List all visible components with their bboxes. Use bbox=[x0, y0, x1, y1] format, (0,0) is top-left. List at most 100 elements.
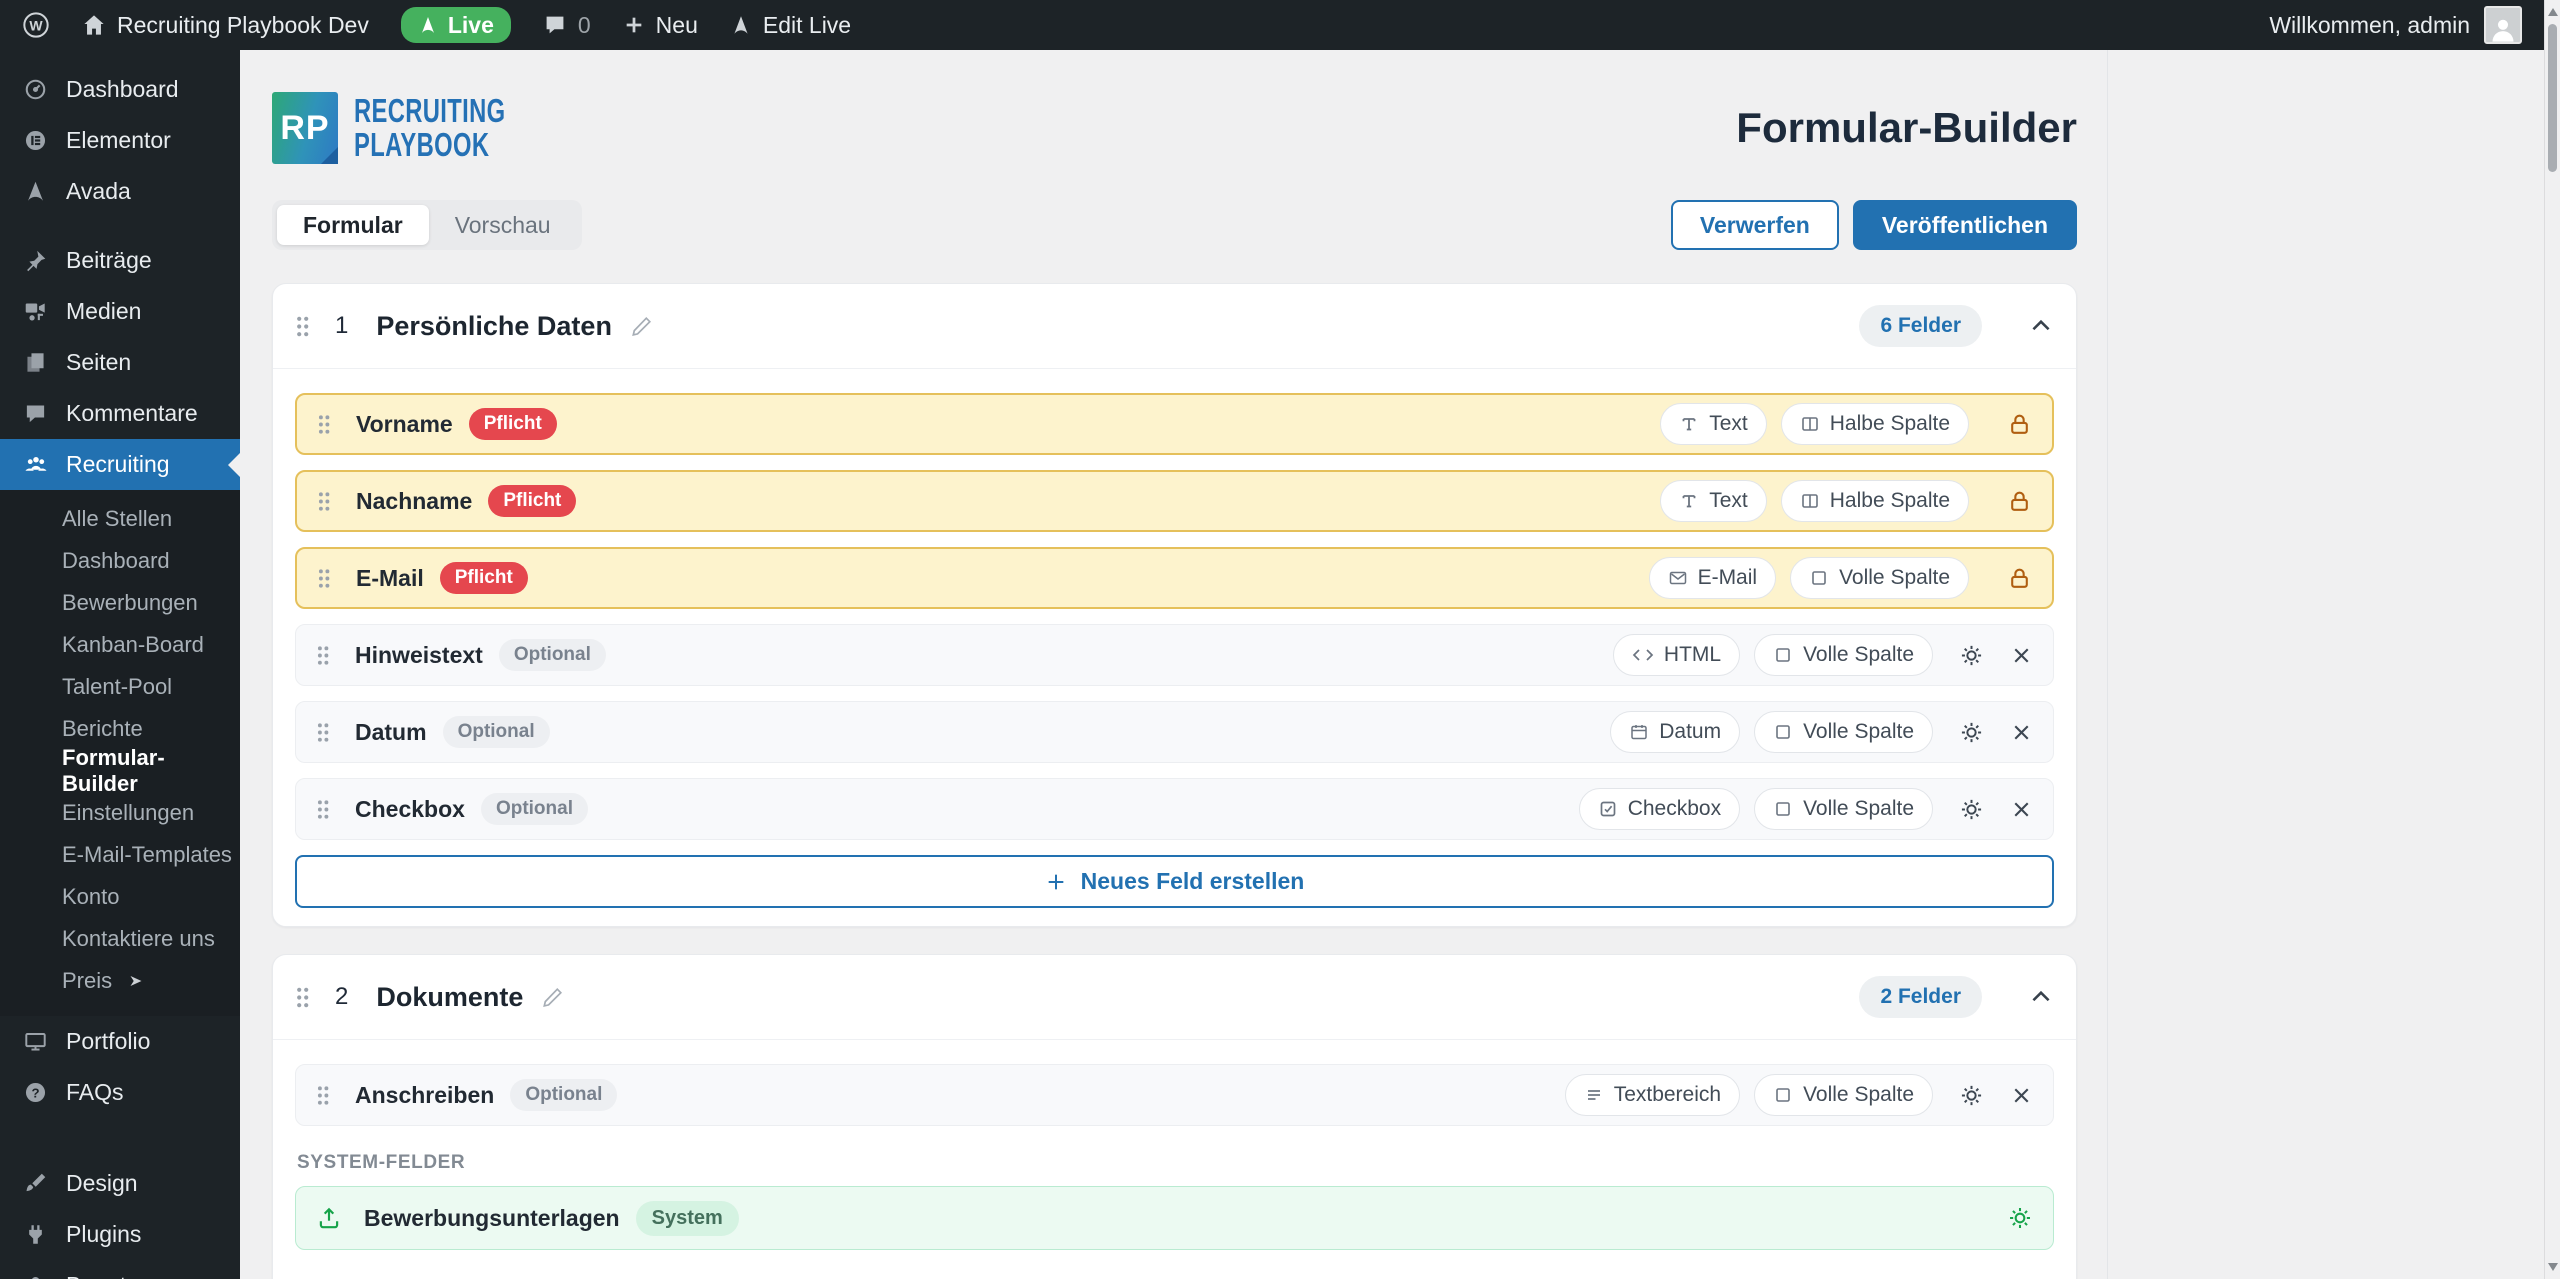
field-type-chip: Text bbox=[1660, 403, 1767, 445]
sidebar-item-faqs[interactable]: ? FAQs bbox=[0, 1067, 240, 1118]
edit-live-link[interactable]: Edit Live bbox=[730, 12, 851, 39]
field-label: Hinweistext bbox=[355, 642, 483, 669]
sidebar-item-beitraege[interactable]: Beiträge bbox=[0, 235, 240, 286]
sidebar-item-dashboard[interactable]: Dashboard bbox=[0, 64, 240, 115]
submenu-alle-stellen[interactable]: Alle Stellen bbox=[0, 498, 240, 540]
field-label: Checkbox bbox=[355, 796, 465, 823]
submenu-bewerbungen[interactable]: Bewerbungen bbox=[0, 582, 240, 624]
field-settings-button[interactable] bbox=[2007, 1205, 2033, 1231]
lock-icon bbox=[2007, 412, 2032, 437]
drag-handle-icon[interactable] bbox=[295, 315, 309, 338]
account-menu[interactable]: Willkommen, admin bbox=[2269, 6, 2522, 44]
people-group-icon bbox=[24, 453, 48, 477]
field-remove-button[interactable] bbox=[2010, 644, 2033, 667]
submenu-berichte[interactable]: Berichte bbox=[0, 708, 240, 750]
submenu-talent-pool[interactable]: Talent-Pool bbox=[0, 666, 240, 708]
sidebar-item-design[interactable]: Design bbox=[0, 1158, 240, 1209]
drag-handle-icon[interactable] bbox=[316, 1085, 329, 1106]
tab-vorschau[interactable]: Vorschau bbox=[429, 205, 577, 245]
drag-handle-icon[interactable] bbox=[316, 645, 329, 666]
field-type-chip: Textbereich bbox=[1565, 1074, 1740, 1116]
columns-half-icon bbox=[1800, 491, 1820, 511]
section-header: 1 Persönliche Daten 6 Felder bbox=[273, 284, 2076, 369]
scroll-up-arrow[interactable] bbox=[2548, 8, 2558, 16]
field-type-chip: Datum bbox=[1610, 711, 1740, 753]
field-row-vorname: Vorname Pflicht Text Halbe Spalte bbox=[295, 393, 2054, 455]
checkbox-icon bbox=[1598, 799, 1618, 819]
sidebar-item-medien[interactable]: Medien bbox=[0, 286, 240, 337]
wordpress-menu[interactable]: W bbox=[22, 11, 50, 39]
discard-button[interactable]: Verwerfen bbox=[1671, 200, 1839, 250]
section-card-persoenliche-daten: 1 Persönliche Daten 6 Felder Vorname Pfl… bbox=[272, 283, 2077, 927]
field-settings-button[interactable] bbox=[1959, 797, 1984, 822]
field-settings-button[interactable] bbox=[1959, 1083, 1984, 1108]
field-type-chip: E-Mail bbox=[1649, 557, 1777, 599]
new-content-link[interactable]: Neu bbox=[623, 12, 698, 39]
submenu-einstellungen[interactable]: Einstellungen bbox=[0, 792, 240, 834]
section-title: Dokumente bbox=[376, 982, 523, 1013]
lock-icon bbox=[2007, 489, 2032, 514]
sidebar-item-seiten[interactable]: Seiten bbox=[0, 337, 240, 388]
drag-handle-icon[interactable] bbox=[316, 722, 329, 743]
text-type-icon bbox=[1679, 414, 1699, 434]
submenu-email-templates[interactable]: E-Mail-Templates bbox=[0, 834, 240, 876]
avada-live-badge[interactable]: Live bbox=[401, 7, 511, 43]
scroll-down-arrow[interactable] bbox=[2548, 1263, 2558, 1271]
columns-half-icon bbox=[1800, 414, 1820, 434]
drag-handle-icon[interactable] bbox=[316, 799, 329, 820]
field-remove-button[interactable] bbox=[2010, 798, 2033, 821]
field-type-chip: Text bbox=[1660, 480, 1767, 522]
admin-bar-left: W Recruiting Playbook Dev Live 0 bbox=[22, 7, 2269, 43]
sidebar-separator bbox=[0, 217, 240, 235]
drag-handle-icon[interactable] bbox=[317, 491, 330, 512]
field-label: Nachname bbox=[356, 488, 472, 515]
chevron-up-icon[interactable] bbox=[2028, 313, 2054, 339]
sidebar-item-portfolio[interactable]: Portfolio bbox=[0, 1016, 240, 1067]
add-field-button[interactable]: Neues Feld erstellen bbox=[295, 855, 2054, 908]
field-row-nachname: Nachname Pflicht Text Halbe Spalte bbox=[295, 470, 2054, 532]
welcome-text: Willkommen, admin bbox=[2269, 12, 2470, 39]
submenu-kanban-board[interactable]: Kanban-Board bbox=[0, 624, 240, 666]
field-label: Bewerbungsunterlagen bbox=[364, 1205, 620, 1232]
sidebar-item-benutzer[interactable]: Benutzer bbox=[0, 1260, 240, 1279]
submenu-preis[interactable]: Preis bbox=[0, 960, 240, 1002]
comments-count: 0 bbox=[578, 12, 591, 39]
scrollbar-thumb[interactable] bbox=[2548, 24, 2557, 172]
drag-handle-icon[interactable] bbox=[295, 986, 309, 1009]
field-remove-button[interactable] bbox=[2010, 1084, 2033, 1107]
sidebar-item-elementor[interactable]: Elementor bbox=[0, 115, 240, 166]
site-name-link[interactable]: Recruiting Playbook Dev bbox=[82, 12, 369, 39]
publish-button[interactable]: Veröffentlichen bbox=[1853, 200, 2077, 250]
sidebar-item-recruiting[interactable]: Recruiting bbox=[0, 439, 240, 490]
svg-text:W: W bbox=[29, 17, 43, 33]
wp-admin-bar: W Recruiting Playbook Dev Live 0 bbox=[0, 0, 2544, 50]
columns-full-icon bbox=[1809, 568, 1829, 588]
sidebar-item-plugins[interactable]: Plugins bbox=[0, 1209, 240, 1260]
submenu-kontaktiere-uns[interactable]: Kontaktiere uns bbox=[0, 918, 240, 960]
submenu-formular-builder[interactable]: Formular-Builder bbox=[0, 750, 240, 792]
user-icon bbox=[24, 1274, 48, 1279]
edit-pencil-icon[interactable] bbox=[541, 985, 565, 1009]
logo-monogram: RP bbox=[272, 92, 338, 164]
logo-wordmark: RECRUITING PLAYBOOK bbox=[354, 94, 505, 161]
field-count-badge: 2 Felder bbox=[1859, 976, 1982, 1018]
comments-link[interactable]: 0 bbox=[543, 12, 591, 39]
field-row-email: E-Mail Pflicht E-Mail Volle Spalte bbox=[295, 547, 2054, 609]
chevron-up-icon[interactable] bbox=[2028, 984, 2054, 1010]
edit-pencil-icon[interactable] bbox=[630, 314, 654, 338]
sidebar-item-avada[interactable]: Avada bbox=[0, 166, 240, 217]
section-body: Anschreiben Optional Textbereich Volle S… bbox=[273, 1040, 2076, 1268]
drag-handle-icon[interactable] bbox=[317, 568, 330, 589]
sidebar-item-kommentare[interactable]: Kommentare bbox=[0, 388, 240, 439]
toolbar: Formular Vorschau Verwerfen Veröffentlic… bbox=[272, 200, 2077, 250]
field-settings-button[interactable] bbox=[1959, 643, 1984, 668]
question-circle-icon: ? bbox=[24, 1081, 48, 1104]
drag-handle-icon[interactable] bbox=[317, 414, 330, 435]
field-settings-button[interactable] bbox=[1959, 720, 1984, 745]
tab-formular[interactable]: Formular bbox=[277, 205, 429, 245]
field-remove-button[interactable] bbox=[2010, 721, 2033, 744]
submenu-dashboard[interactable]: Dashboard bbox=[0, 540, 240, 582]
avada-icon bbox=[24, 180, 48, 203]
submenu-konto[interactable]: Konto bbox=[0, 876, 240, 918]
system-field-row-bewerbungsunterlagen: Bewerbungsunterlagen System bbox=[295, 1186, 2054, 1250]
